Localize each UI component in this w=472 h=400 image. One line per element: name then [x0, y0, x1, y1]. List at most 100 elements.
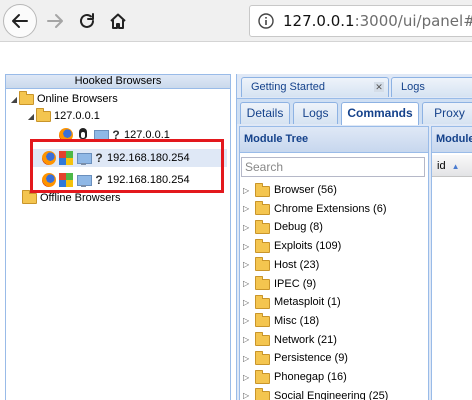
sort-asc-icon[interactable]: ▲: [452, 162, 460, 171]
module-category-label: Persistence (9): [274, 352, 348, 365]
folder-icon: [255, 350, 270, 365]
tab-getting-started[interactable]: Getting Started ✕: [241, 77, 389, 97]
host-node[interactable]: ◢ 127.0.0.1: [26, 107, 100, 125]
hooked-browsers-panel: Hooked Browsers ◢ Online Browsers ◢ 127.…: [5, 74, 231, 400]
browser-node[interactable]: ? 127.0.0.1: [59, 126, 170, 144]
module-category[interactable]: ▷ Network (21): [243, 331, 337, 349]
expand-arrow-icon[interactable]: ▷: [243, 354, 255, 363]
module-category-label: Browser (56): [274, 184, 337, 196]
url-host: 127.0.0.1: [283, 12, 355, 30]
expand-arrow-icon[interactable]: ▷: [243, 373, 255, 382]
url-text: 127.0.0.1:3000/ui/panel#id=: [283, 12, 472, 30]
collapse-arrow-icon[interactable]: ◢: [26, 112, 36, 121]
back-arrow-icon: [12, 14, 28, 28]
forward-button[interactable]: [43, 9, 67, 33]
module-category[interactable]: ▷ Chrome Extensions (6): [243, 200, 387, 218]
unknown-device-icon: ?: [95, 173, 103, 187]
module-category-label: Exploits (109): [274, 240, 342, 253]
module-category-label: Network (21): [274, 333, 337, 346]
tab-proxy[interactable]: Proxy: [422, 102, 472, 124]
module-category[interactable]: ▷ IPEC (9): [243, 275, 316, 293]
host-label: 127.0.0.1: [54, 110, 100, 122]
reload-button[interactable]: [75, 9, 99, 33]
desktop-icon: [76, 151, 92, 165]
module-category[interactable]: ▷ Exploits (109): [243, 237, 341, 255]
site-info-icon[interactable]: [258, 13, 274, 29]
folder-icon: [255, 332, 270, 347]
module-results-panel: Module id ▲: [431, 126, 472, 400]
browser-subtabs: Details Logs Commands Proxy: [237, 98, 472, 125]
module-tree-panel: Module Tree ▷ Browser (56) ▷ Chrome Extensi…: [239, 126, 429, 400]
offline-browsers-label: Offline Browsers: [40, 192, 121, 204]
expand-arrow-icon[interactable]: ▷: [243, 242, 255, 251]
module-results-title: Module: [432, 127, 472, 153]
back-button[interactable]: [3, 4, 37, 38]
forward-arrow-icon: [47, 14, 63, 28]
tab-label: Getting Started: [251, 81, 325, 93]
firefox-icon: [42, 173, 56, 187]
close-icon[interactable]: ✕: [374, 82, 384, 92]
module-category[interactable]: ▷ Metasploit (1): [243, 293, 341, 311]
module-category[interactable]: ▷ Misc (18): [243, 312, 319, 330]
tab-label: Logs: [401, 81, 425, 93]
browser-ip: 127.0.0.1: [124, 129, 170, 141]
expand-arrow-icon[interactable]: ▷: [243, 279, 255, 288]
expand-arrow-icon[interactable]: ▷: [243, 186, 255, 195]
module-category-label: Chrome Extensions (6): [274, 202, 387, 215]
unknown-device-icon: ?: [112, 128, 120, 142]
module-category-label: Host (23): [274, 258, 320, 271]
id-column-label: id: [437, 160, 446, 172]
windows-icon: [59, 173, 73, 187]
home-button[interactable]: [106, 9, 130, 33]
expand-arrow-icon[interactable]: ▷: [243, 260, 255, 269]
folder-icon: [255, 388, 270, 400]
folder-icon: [255, 369, 270, 384]
browser-ip: 192.168.180.254: [107, 152, 190, 164]
collapse-arrow-icon[interactable]: ◢: [9, 95, 19, 104]
address-bar[interactable]: 127.0.0.1:3000/ui/panel#id=: [249, 5, 472, 37]
folder-icon: [255, 257, 270, 272]
browser-node[interactable]: ? 192.168.180.254: [32, 149, 227, 167]
expand-arrow-icon[interactable]: ▷: [243, 335, 255, 344]
main-panel: Getting Started ✕ Logs Details Logs Comm…: [236, 74, 472, 400]
expand-arrow-icon[interactable]: ▷: [243, 223, 255, 232]
expand-arrow-icon[interactable]: ▷: [243, 298, 255, 307]
folder-icon: [255, 201, 270, 216]
url-path: :3000/ui/panel#id=: [354, 12, 472, 30]
id-column-header[interactable]: id ▲: [432, 155, 472, 177]
module-category[interactable]: ▷ Browser (56): [243, 181, 337, 199]
online-browsers-node[interactable]: ◢ Online Browsers: [9, 90, 118, 108]
tab-commands[interactable]: Commands: [341, 102, 419, 125]
firefox-icon: [42, 151, 56, 165]
module-category[interactable]: ▷ Host (23): [243, 256, 319, 274]
module-category-label: Phonegap (16): [274, 371, 347, 383]
home-icon: [110, 13, 126, 29]
desktop-icon: [76, 173, 92, 187]
folder-icon: [255, 276, 270, 290]
module-category-label: Social Engineering (25): [274, 389, 389, 400]
folder-open-icon: [36, 107, 51, 122]
module-category[interactable]: ▷ Persistence (9): [243, 349, 348, 367]
folder-icon: [255, 182, 270, 197]
expand-arrow-icon[interactable]: ▷: [243, 204, 255, 213]
online-browsers-label: Online Browsers: [37, 93, 118, 105]
desktop-icon: [93, 128, 109, 142]
expand-arrow-icon[interactable]: ▷: [243, 316, 255, 325]
offline-browsers-node[interactable]: Offline Browsers: [22, 189, 121, 207]
module-search-input[interactable]: [241, 157, 425, 177]
module-category[interactable]: ▷ Debug (8): [243, 218, 323, 236]
folder-icon: [255, 313, 270, 328]
module-category-label: Metasploit (1): [274, 296, 341, 309]
module-category[interactable]: ▷ Social Engineering (25): [243, 387, 388, 400]
tab-details[interactable]: Details: [240, 102, 290, 124]
folder-icon: [255, 238, 270, 253]
expand-arrow-icon[interactable]: ▷: [243, 391, 255, 400]
tab-logs[interactable]: Logs: [391, 77, 472, 97]
browser-toolbar: 127.0.0.1:3000/ui/panel#id=: [0, 0, 472, 42]
module-tree-title: Module Tree: [240, 127, 428, 153]
tab-logs-sub[interactable]: Logs: [293, 102, 338, 124]
module-category-label: Debug (8): [274, 221, 323, 234]
module-category[interactable]: ▷ Phonegap (16): [243, 368, 347, 386]
reload-icon: [80, 13, 94, 28]
browser-node[interactable]: ? 192.168.180.254: [32, 171, 227, 189]
